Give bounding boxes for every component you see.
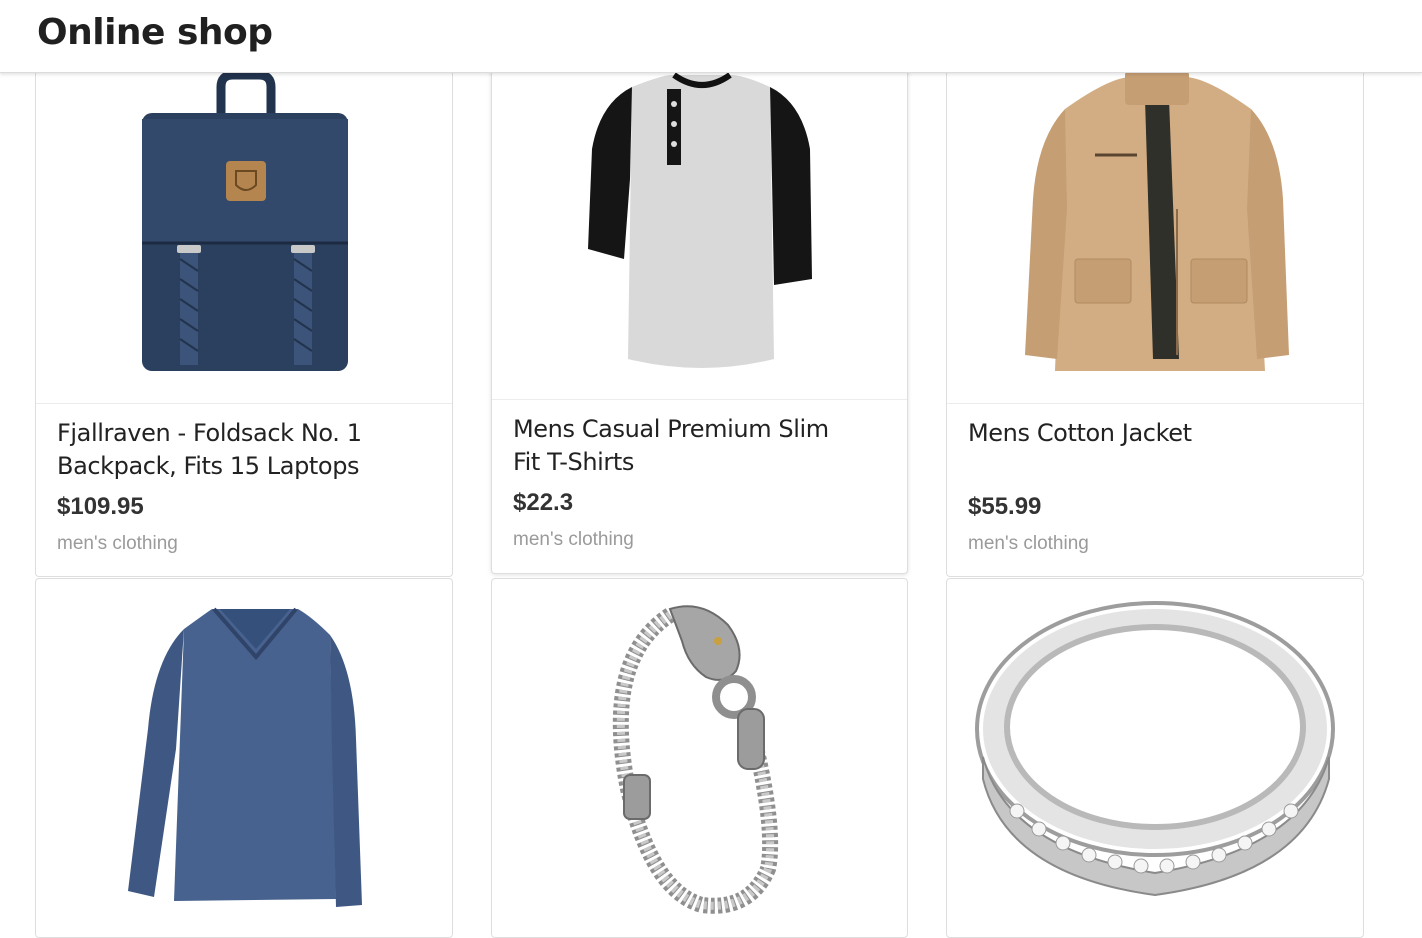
bracelet-image [612, 605, 779, 914]
product-image[interactable] [36, 59, 452, 404]
product-category: men's clothing [968, 533, 1089, 554]
product-category: men's clothing [513, 529, 634, 550]
product-card[interactable] [35, 578, 453, 938]
product-grid: Fjallraven - Foldsack No. 1 Backpack, Fi… [0, 0, 1422, 938]
product-card[interactable] [491, 578, 908, 938]
ring-image [975, 601, 1335, 897]
product-price: $22.3 [513, 489, 574, 516]
jacket-image [1025, 71, 1289, 371]
product-title[interactable]: Fjallraven - Foldsack No. 1 Backpack, Fi… [57, 417, 397, 483]
product-card[interactable]: Mens Casual Premium Slim Fit T-Shirts $2… [491, 58, 908, 574]
product-image[interactable] [492, 579, 907, 937]
tshirt-image [588, 72, 812, 368]
product-price: $55.99 [968, 493, 1042, 520]
product-card[interactable]: Mens Cotton Jacket $55.99 men's clothing [946, 58, 1364, 577]
page-title: Online shop [37, 12, 273, 53]
backpack-image [142, 70, 348, 371]
product-price: $109.95 [57, 493, 144, 520]
product-card[interactable]: Fjallraven - Foldsack No. 1 Backpack, Fi… [35, 58, 453, 577]
product-title[interactable]: Mens Cotton Jacket [968, 417, 1308, 450]
product-card[interactable] [946, 578, 1364, 938]
product-image[interactable] [947, 579, 1363, 937]
app-header: Online shop [0, 0, 1422, 73]
long-sleeve-shirt-image [128, 607, 362, 907]
product-title[interactable]: Mens Casual Premium Slim Fit T-Shirts [513, 413, 853, 479]
product-image[interactable] [492, 59, 907, 400]
product-image[interactable] [947, 59, 1363, 404]
product-image[interactable] [36, 579, 452, 937]
product-category: men's clothing [57, 533, 178, 554]
